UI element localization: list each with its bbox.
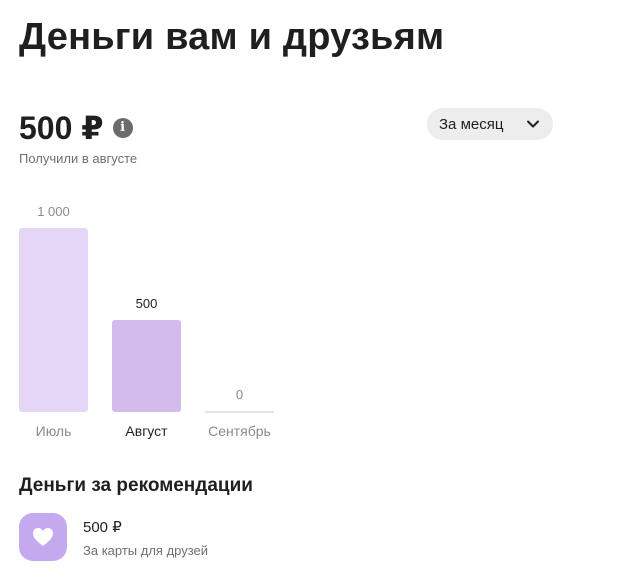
reward-icon-tile — [19, 513, 67, 561]
chart-data-label-3: 0 — [236, 387, 243, 402]
earnings-summary: 500 ₽ i Получили в августе — [19, 110, 137, 166]
chart-bar-3[interactable] — [205, 411, 274, 413]
reward-list-item[interactable]: 500 ₽ За карты для друзей — [19, 513, 208, 561]
period-select[interactable]: За месяц — [427, 108, 553, 140]
reward-amount: 500 ₽ — [83, 519, 122, 536]
chart-data-label-1: 1 000 — [37, 204, 70, 219]
chevron-down-icon — [527, 120, 539, 128]
chart-canvas: 1 000 Июль 500 Август 0 Сентябрь — [19, 204, 274, 439]
earnings-amount: 500 ₽ — [19, 110, 104, 146]
chart-category-label-3: Сентябрь — [208, 423, 271, 439]
reward-description: За карты для друзей — [83, 543, 209, 558]
chart-category-label-1: Июль — [36, 423, 72, 439]
period-select-value: За месяц — [439, 115, 504, 133]
rewards-section-title: Деньги за рекомендации — [19, 475, 253, 496]
page-title: Деньги вам и друзьям — [19, 16, 445, 58]
chart-category-label-2: Август — [125, 423, 168, 439]
reward-text: 500 ₽ За карты для друзей — [83, 513, 208, 559]
heart-icon — [33, 528, 53, 546]
chart-bar-2[interactable] — [112, 320, 181, 412]
earnings-period-caption: Получили в августе — [19, 151, 138, 166]
chart-data-label-2: 500 — [136, 296, 158, 311]
info-icon[interactable]: i — [112, 118, 133, 138]
earnings-bar-chart: 1 000 Июль 500 Август 0 Сентябрь — [0, 195, 300, 445]
earnings-amount-row: 500 ₽ i — [19, 110, 137, 146]
chart-bar-1[interactable] — [19, 228, 88, 412]
